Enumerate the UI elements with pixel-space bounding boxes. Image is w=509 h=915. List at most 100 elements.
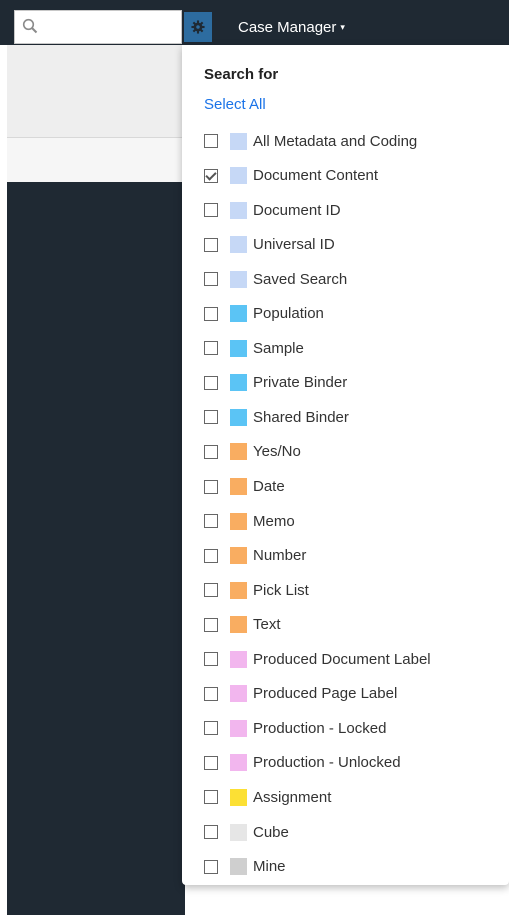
option-checkbox[interactable] [204,721,218,736]
search-input[interactable] [45,14,179,42]
option-checkbox[interactable] [204,168,218,183]
option-label: Cube [253,823,289,841]
option-checkbox[interactable] [204,237,218,252]
option-checkbox[interactable] [204,859,218,874]
search-option[interactable]: Private Binder [204,372,347,394]
option-checkbox[interactable] [204,479,218,494]
search-option[interactable]: Cube [204,821,289,843]
left-edge [0,45,7,915]
color-swatch [230,374,247,392]
search-icon [22,18,38,34]
search-option[interactable]: Document Content [204,165,378,187]
search-option[interactable]: Mine [204,856,286,878]
color-swatch [230,167,247,185]
color-swatch [230,512,247,530]
option-checkbox[interactable] [204,583,218,598]
search-option[interactable]: Produced Document Label [204,648,431,670]
case-manager-menu[interactable]: Case Manager ▾ [238,12,345,42]
color-swatch [230,823,247,841]
search-option[interactable]: Population [204,303,324,325]
left-subheader-panel [7,137,185,182]
option-label: Production - Locked [253,719,387,737]
option-label: Produced Document Label [253,650,431,668]
color-swatch [230,685,247,703]
color-swatch [230,788,247,806]
option-checkbox[interactable] [204,755,218,770]
option-label: Universal ID [253,236,335,254]
search-option[interactable]: Saved Search [204,268,347,290]
case-manager-label: Case Manager [238,19,337,36]
search-option[interactable]: Assignment [204,786,331,808]
search-option[interactable]: Pick List [204,579,309,601]
search-option[interactable]: Universal ID [204,234,335,256]
option-label: Saved Search [253,270,348,288]
color-swatch [230,443,247,461]
dropdown-heading: Search for [204,66,279,83]
option-checkbox[interactable] [204,790,218,805]
option-label: Document ID [253,201,341,219]
option-checkbox[interactable] [204,306,218,321]
search-option[interactable]: Text [204,614,281,636]
option-checkbox[interactable] [204,686,218,701]
search-option[interactable]: Shared Binder [204,406,349,428]
option-label: Document Content [253,167,379,185]
option-checkbox[interactable] [204,272,218,287]
option-checkbox[interactable] [204,548,218,563]
option-label: Mine [253,858,286,876]
search-option[interactable]: Produced Page Label [204,683,397,705]
color-swatch [230,305,247,323]
search-options-button[interactable] [184,12,212,42]
option-checkbox[interactable] [204,444,218,459]
search-option[interactable]: Production - Locked [204,717,386,739]
option-label: Population [253,305,324,323]
gear-icon [191,20,205,34]
option-checkbox[interactable] [204,825,218,839]
option-label: Sample [253,339,304,357]
option-label: Shared Binder [253,408,349,426]
option-label: Assignment [253,788,332,806]
left-header-panel [7,45,185,137]
color-swatch [230,616,247,634]
option-label: All Metadata and Coding [253,132,418,150]
option-checkbox[interactable] [204,410,218,425]
search-box[interactable] [14,10,182,44]
color-swatch [230,132,247,150]
option-label: Number [253,547,307,565]
option-checkbox[interactable] [204,514,218,529]
color-swatch [230,201,247,219]
search-option[interactable]: Yes/No [204,441,301,463]
color-swatch [230,408,247,426]
option-checkbox[interactable] [204,203,218,218]
color-swatch [230,236,247,254]
select-all-link[interactable]: Select All [204,96,266,113]
option-label: Private Binder [253,374,348,392]
color-swatch [230,270,247,288]
option-label: Pick List [253,581,309,599]
option-label: Date [253,478,285,495]
color-swatch [230,547,247,565]
color-swatch [230,858,247,876]
top-bar: Case Manager ▾ [0,0,509,45]
option-checkbox[interactable] [204,341,218,356]
option-checkbox[interactable] [204,134,218,148]
option-label: Memo [253,512,295,530]
option-label: Produced Page Label [253,685,398,703]
option-checkbox[interactable] [204,617,218,632]
search-option[interactable]: Memo [204,510,295,532]
search-option[interactable]: Document ID [204,199,341,221]
search-option[interactable]: Sample [204,337,304,359]
search-option[interactable]: Date [204,476,285,498]
search-option[interactable]: All Metadata and Coding [204,130,417,152]
color-swatch [230,581,247,599]
color-swatch [230,650,247,668]
caret-down-icon: ▾ [340,22,345,32]
option-label: Text [253,616,281,634]
search-for-dropdown: Search for Select All All Metadata and C… [182,45,509,885]
search-option[interactable]: Production - Unlocked [204,752,401,774]
option-checkbox[interactable] [204,375,218,390]
option-label: Production - Unlocked [253,754,401,772]
color-swatch [230,754,247,772]
color-swatch [230,719,247,737]
option-checkbox[interactable] [204,652,218,667]
search-option[interactable]: Number [204,545,306,567]
